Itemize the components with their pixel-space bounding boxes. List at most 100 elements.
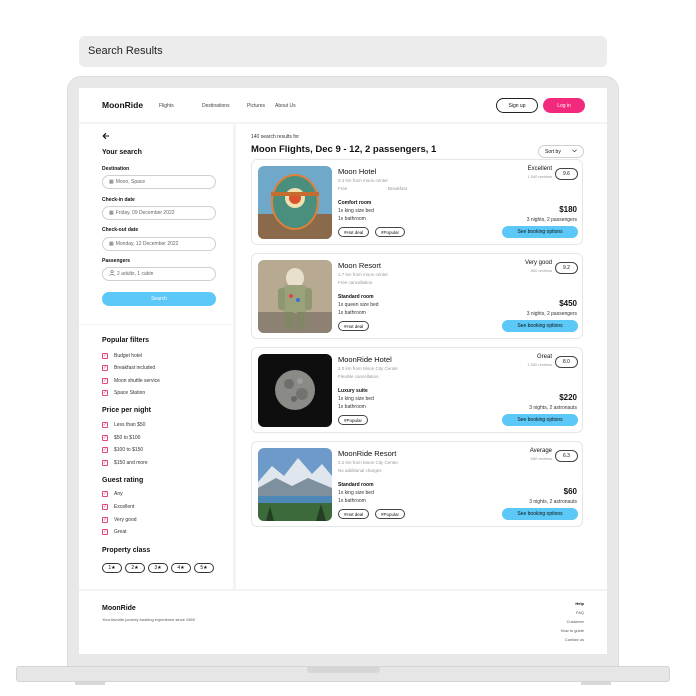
passengers-label: Passengers (102, 258, 131, 264)
filter-price-4[interactable]: ✓ $150 and more (102, 460, 148, 466)
brand-logo[interactable]: MoonRide (102, 100, 143, 110)
guest-rating-title: Guest rating (102, 477, 144, 484)
price-value: $60 (563, 487, 577, 496)
checkin-field[interactable]: ▦ Friday, 09 December 2022 (102, 206, 216, 220)
log-in-button[interactable]: Log in (543, 98, 585, 113)
stay-summary: 3 nights, 2 passengers (526, 217, 577, 223)
hotel-photo[interactable] (258, 448, 332, 521)
footer: MoonRide Your favorite journey booking e… (79, 591, 607, 654)
checkbox-icon[interactable]: ✓ (102, 447, 108, 453)
checkbox-icon[interactable]: ✓ (102, 517, 108, 523)
hotel-tag[interactable]: #Hot deal (338, 509, 370, 519)
footer-link-faq[interactable]: FAQ (576, 610, 584, 615)
checkbox-icon[interactable]: ✓ (102, 504, 108, 510)
bath-info: 1x bathroom (338, 216, 366, 222)
hotel-tag[interactable]: #Popular (375, 227, 406, 237)
class-chip-5[interactable]: 5★ (194, 563, 214, 573)
checkbox-icon[interactable]: ✓ (102, 422, 108, 428)
filter-space-station[interactable]: ✓ Space Station (102, 390, 145, 396)
rating-score-badge: 6.3 (555, 450, 578, 462)
hotel-name[interactable]: Moon Hotel (338, 167, 376, 176)
sign-up-button[interactable]: Sign up (496, 98, 538, 113)
search-heading: Your search (102, 149, 142, 156)
rating-label: Very good (524, 260, 552, 266)
hotel-distance: 2.2 km from Moon City Center (338, 460, 399, 465)
bed-info: 1x king size bed (338, 490, 374, 496)
nav-link-pictures[interactable]: Pictures (247, 103, 265, 109)
hotel-card: MoonRide Hotel 2.0 km from Moon City Cent… (251, 347, 583, 433)
filters-panel: Popular filters ✓ Budget hotel ✓ Breakfast… (79, 325, 233, 589)
class-chip-4[interactable]: 4★ (171, 563, 191, 573)
checkbox-icon[interactable]: ✓ (102, 460, 108, 466)
filter-budget-hotel[interactable]: ✓ Budget hotel (102, 353, 142, 359)
hotel-name[interactable]: MoonRide Resort (338, 449, 396, 458)
passengers-field[interactable]: 2 adults, 1 cabin (102, 267, 216, 281)
filter-rating-very-good[interactable]: ✓ Very good (102, 517, 137, 523)
checkout-field[interactable]: ▦ Monday, 12 December 2022 (102, 237, 216, 251)
hotel-tag[interactable]: #Popular (375, 509, 406, 519)
bath-info: 1x bathroom (338, 404, 366, 410)
room-type: Comfort room (338, 200, 372, 206)
filter-breakfast[interactable]: ✓ Breakfast included (102, 365, 155, 371)
review-count: 1 540 reviews (527, 174, 552, 179)
hotel-tag[interactable]: #Hot deal (338, 227, 370, 237)
see-booking-options-button[interactable]: See booking options (502, 226, 578, 238)
rating-score-badge: 8.0 (555, 356, 578, 368)
class-chip-3[interactable]: 3★ (148, 563, 168, 573)
checkbox-icon[interactable]: ✓ (102, 529, 108, 535)
filter-price-1[interactable]: ✓ Less than $50 (102, 422, 145, 428)
arrow-left-icon[interactable] (102, 132, 110, 143)
stay-summary: 3 nights, 2 astronauts (529, 405, 577, 411)
class-chip-2[interactable]: 2★ (125, 563, 145, 573)
filter-rating-great[interactable]: ✓ Great (102, 529, 127, 535)
filter-rating-excellent[interactable]: ✓ Excellent (102, 504, 134, 510)
checkbox-icon[interactable]: ✓ (102, 353, 108, 359)
footer-link-help[interactable]: Help (575, 601, 584, 606)
footer-tagline: Your favorite journey booking experience… (102, 617, 195, 622)
hotel-photo[interactable] (258, 354, 332, 427)
see-booking-options-button[interactable]: See booking options (502, 320, 578, 332)
see-booking-options-button[interactable]: See booking options (502, 414, 578, 426)
nav-link-about-us[interactable]: About Us (275, 103, 296, 109)
grid-icon: ▦ (109, 179, 114, 185)
see-booking-options-button[interactable]: See booking options (502, 508, 578, 520)
filter-price-3[interactable]: ✓ $100 to $150 (102, 447, 143, 453)
checkout-label: Check-out date (102, 227, 139, 233)
filter-price-2[interactable]: ✓ $50 to $100 (102, 435, 140, 441)
rating-label: Average (529, 448, 552, 454)
hotel-tag[interactable]: #Popular (338, 415, 369, 425)
passengers-value: 2 adults, 1 cabin (117, 271, 154, 277)
hotel-photo[interactable] (258, 166, 332, 239)
sort-select[interactable]: Sort by (538, 145, 584, 158)
footer-link-contact[interactable]: Contact us (565, 637, 584, 642)
chevron-down-icon (572, 149, 577, 155)
checkbox-icon[interactable]: ✓ (102, 365, 108, 371)
search-button[interactable]: Search (102, 292, 216, 306)
checkbox-icon[interactable]: ✓ (102, 390, 108, 396)
nav-link-flights[interactable]: Flights (159, 103, 174, 109)
filter-shuttle[interactable]: ✓ Moon shuttle service (102, 378, 160, 384)
destination-field[interactable]: ▦ Moon, Space (102, 175, 216, 189)
hotel-name[interactable]: Moon Resort (338, 261, 381, 270)
laptop-foot (75, 682, 105, 685)
hotel-perk: No additional charges (338, 468, 382, 473)
hotel-tag[interactable]: #Hot deal (338, 321, 370, 331)
bath-info: 1x bathroom (338, 498, 366, 504)
price-value: $450 (559, 299, 577, 308)
checkbox-icon[interactable]: ✓ (102, 491, 108, 497)
rating-label: Excellent (527, 166, 552, 172)
class-chip-1[interactable]: 1★ (102, 563, 122, 573)
hotel-name[interactable]: MoonRide Hotel (338, 355, 392, 364)
hotel-photo[interactable] (258, 260, 332, 333)
results-title: Moon Flights, Dec 9 - 12, 2 passengers, … (251, 144, 437, 155)
search-panel: Your search Destination ▦ Moon, Space Che… (79, 124, 233, 324)
checkbox-icon[interactable]: ✓ (102, 435, 108, 441)
hotel-perk: Free (338, 186, 348, 191)
footer-link-guide[interactable]: How to guide (561, 628, 584, 633)
hotel-card: Moon Resort 1.7 km from moon center Free c… (251, 253, 583, 339)
checkbox-icon[interactable]: ✓ (102, 378, 108, 384)
bath-info: 1x bathroom (338, 310, 366, 316)
filter-rating-any[interactable]: ✓ Any (102, 491, 123, 497)
nav-link-destinations[interactable]: Destinations (202, 103, 230, 109)
footer-link-customer[interactable]: Customer (567, 619, 584, 624)
